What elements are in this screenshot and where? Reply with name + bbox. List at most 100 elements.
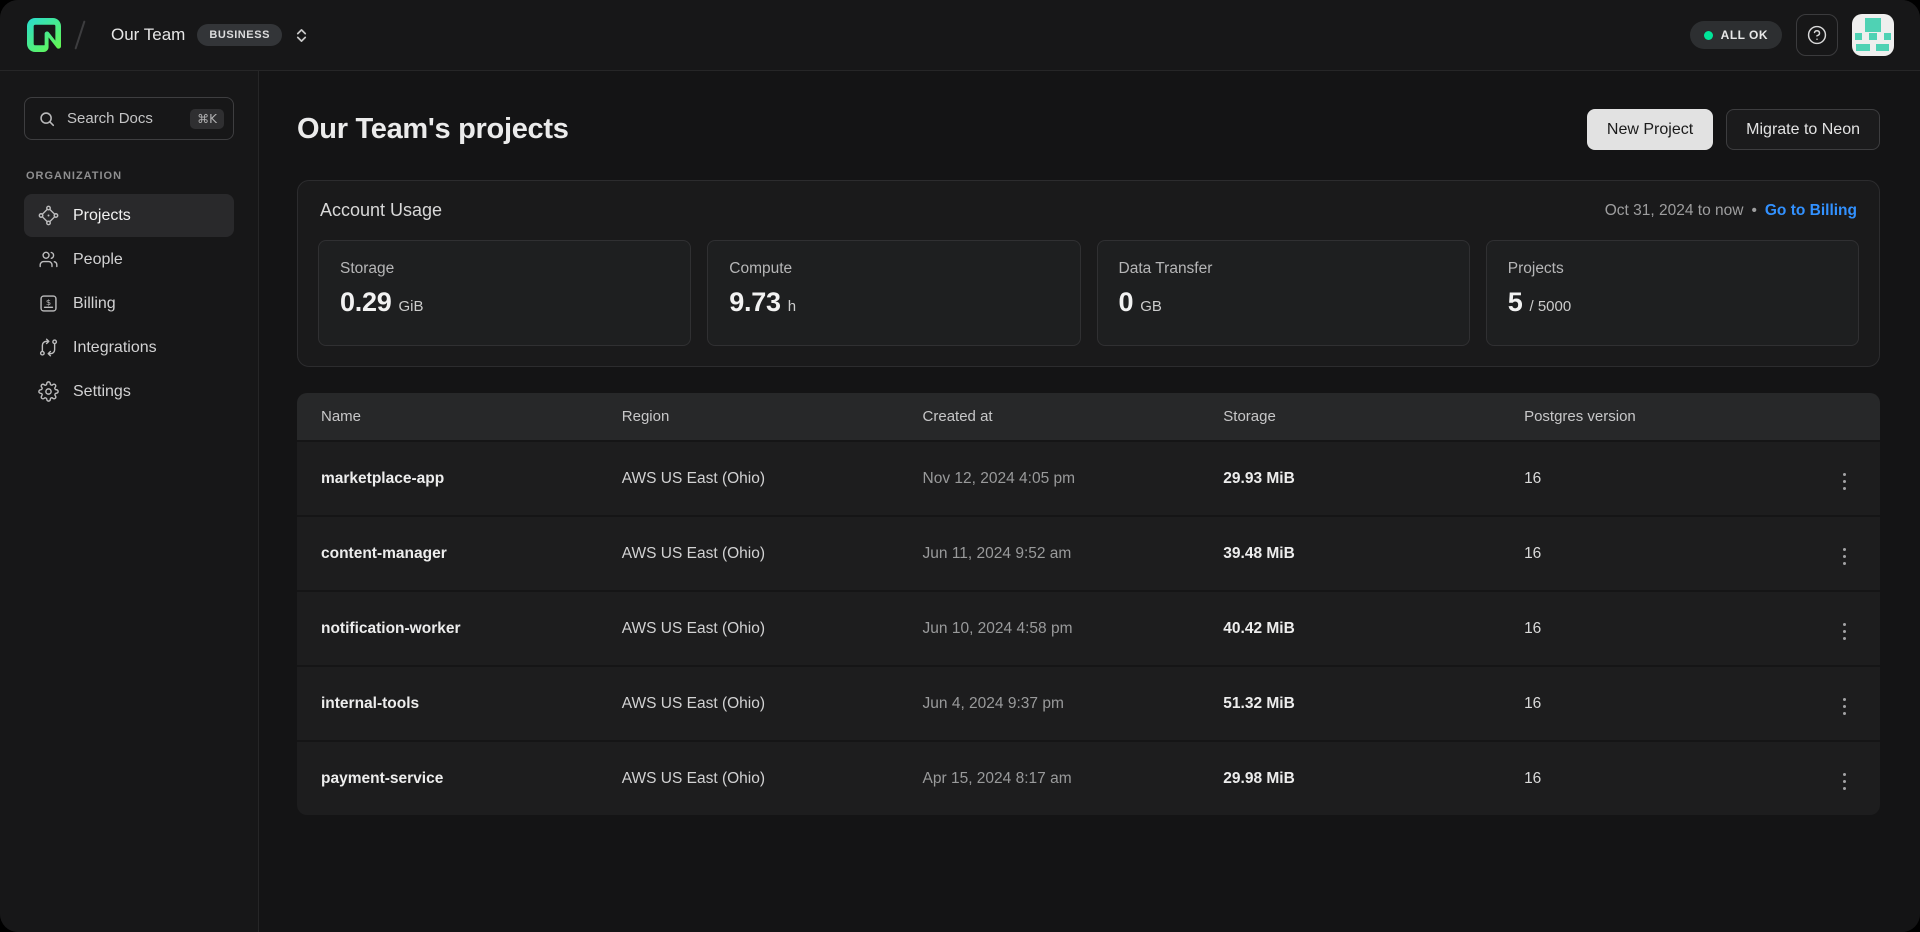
- avatar[interactable]: [1852, 14, 1894, 56]
- billing-icon: $: [37, 293, 59, 315]
- project-postgres-version: 16: [1500, 666, 1801, 741]
- sidebar-item-settings[interactable]: Settings: [24, 370, 234, 413]
- project-name: content-manager: [297, 516, 598, 591]
- project-postgres-version: 16: [1500, 441, 1801, 516]
- breadcrumb-slash: [74, 20, 85, 49]
- table-row[interactable]: notification-worker AWS US East (Ohio) J…: [297, 591, 1880, 666]
- col-header-postgres-version: Postgres version: [1500, 393, 1801, 441]
- sidebar: Search Docs ⌘K ORGANIZATION Projects: [0, 71, 259, 932]
- usage-period: Oct 31, 2024 to now • Go to Billing: [1605, 202, 1857, 220]
- stat-label: Storage: [340, 260, 669, 278]
- project-created-at: Apr 15, 2024 8:17 am: [899, 741, 1200, 815]
- page-title: Our Team's projects: [297, 113, 569, 146]
- project-storage: 51.32 MiB: [1199, 666, 1500, 741]
- project-name: notification-worker: [297, 591, 598, 666]
- team-selector[interactable]: Our Team BUSINESS: [111, 24, 309, 46]
- stat-card-data-transfer: Data Transfer 0 GB: [1097, 240, 1470, 346]
- table-row[interactable]: content-manager AWS US East (Ohio) Jun 1…: [297, 516, 1880, 591]
- sidebar-item-projects[interactable]: Projects: [24, 194, 234, 237]
- neon-logo[interactable]: [25, 16, 63, 54]
- sidebar-item-integrations[interactable]: Integrations: [24, 326, 234, 369]
- table-header-row: Name Region Created at Storage Postgres …: [297, 393, 1880, 441]
- project-storage: 29.93 MiB: [1199, 441, 1500, 516]
- stat-card-projects: Projects 5 / 5000: [1486, 240, 1859, 346]
- sidebar-item-label: People: [73, 251, 123, 269]
- projects-table: Name Region Created at Storage Postgres …: [297, 393, 1880, 815]
- svg-text:$: $: [45, 297, 50, 307]
- projects-icon: [37, 205, 59, 227]
- people-icon: [37, 249, 59, 271]
- stat-label: Compute: [729, 260, 1058, 278]
- project-name: internal-tools: [297, 666, 598, 741]
- integrations-icon: [37, 337, 59, 359]
- search-icon: [38, 110, 56, 128]
- migrate-to-neon-button[interactable]: Migrate to Neon: [1726, 109, 1880, 150]
- project-created-at: Nov 12, 2024 4:05 pm: [899, 441, 1200, 516]
- row-menu-kebab-icon[interactable]: [1839, 769, 1851, 795]
- team-name: Our Team: [111, 25, 185, 45]
- organization-section-label: ORGANIZATION: [26, 170, 232, 182]
- stat-label: Projects: [1508, 260, 1837, 278]
- stat-value: 0.29: [340, 287, 391, 318]
- usage-period-separator: •: [1751, 202, 1756, 220]
- new-project-button[interactable]: New Project: [1587, 109, 1713, 150]
- stat-unit: GiB: [398, 298, 423, 315]
- main-content: Our Team's projects New Project Migrate …: [259, 71, 1920, 932]
- table-row[interactable]: payment-service AWS US East (Ohio) Apr 1…: [297, 741, 1880, 815]
- project-postgres-version: 16: [1500, 516, 1801, 591]
- project-storage: 29.98 MiB: [1199, 741, 1500, 815]
- sidebar-item-label: Billing: [73, 295, 116, 313]
- stat-value: 9.73: [729, 287, 780, 318]
- project-postgres-version: 16: [1500, 741, 1801, 815]
- plan-badge: BUSINESS: [197, 24, 282, 46]
- stat-card-compute: Compute 9.73 h: [707, 240, 1080, 346]
- project-created-at: Jun 10, 2024 4:58 pm: [899, 591, 1200, 666]
- project-storage: 40.42 MiB: [1199, 591, 1500, 666]
- help-icon: [1806, 24, 1828, 46]
- project-region: AWS US East (Ohio): [598, 441, 899, 516]
- stat-label: Data Transfer: [1119, 260, 1448, 278]
- project-region: AWS US East (Ohio): [598, 516, 899, 591]
- col-header-name: Name: [297, 393, 598, 441]
- project-region: AWS US East (Ohio): [598, 741, 899, 815]
- stat-unit: h: [788, 298, 796, 315]
- table-row[interactable]: internal-tools AWS US East (Ohio) Jun 4,…: [297, 666, 1880, 741]
- top-header: Our Team BUSINESS ALL OK: [0, 0, 1920, 71]
- usage-period-text: Oct 31, 2024 to now: [1605, 202, 1744, 220]
- stat-card-storage: Storage 0.29 GiB: [318, 240, 691, 346]
- stat-unit: GB: [1140, 298, 1162, 315]
- col-header-storage: Storage: [1199, 393, 1500, 441]
- sidebar-item-label: Projects: [73, 207, 131, 225]
- col-header-region: Region: [598, 393, 899, 441]
- sidebar-item-label: Settings: [73, 383, 131, 401]
- sidebar-item-label: Integrations: [73, 339, 157, 357]
- project-region: AWS US East (Ohio): [598, 591, 899, 666]
- col-header-created-at: Created at: [899, 393, 1200, 441]
- chevron-selector-icon: [294, 27, 309, 44]
- sidebar-item-people[interactable]: People: [24, 238, 234, 281]
- row-menu-kebab-icon[interactable]: [1839, 619, 1851, 645]
- status-ok-dot: [1704, 31, 1713, 40]
- avatar-pattern: [1865, 18, 1882, 31]
- go-to-billing-link[interactable]: Go to Billing: [1765, 202, 1857, 220]
- row-menu-kebab-icon[interactable]: [1839, 544, 1851, 570]
- row-menu-kebab-icon[interactable]: [1839, 469, 1851, 495]
- stat-value: 5: [1508, 287, 1523, 318]
- stat-value: 0: [1119, 287, 1134, 318]
- col-header-actions: [1801, 393, 1880, 441]
- search-shortcut-kbd: ⌘K: [190, 109, 224, 129]
- table-row[interactable]: marketplace-app AWS US East (Ohio) Nov 1…: [297, 441, 1880, 516]
- account-usage-title: Account Usage: [320, 200, 442, 221]
- project-name: payment-service: [297, 741, 598, 815]
- status-badge[interactable]: ALL OK: [1690, 21, 1782, 49]
- sidebar-item-billing[interactable]: $ Billing: [24, 282, 234, 325]
- help-button[interactable]: [1796, 14, 1838, 56]
- app-window: Our Team BUSINESS ALL OK: [0, 0, 1920, 932]
- search-docs-input[interactable]: Search Docs ⌘K: [24, 97, 234, 140]
- project-storage: 39.48 MiB: [1199, 516, 1500, 591]
- settings-icon: [37, 381, 59, 403]
- project-name: marketplace-app: [297, 441, 598, 516]
- project-region: AWS US East (Ohio): [598, 666, 899, 741]
- row-menu-kebab-icon[interactable]: [1839, 694, 1851, 720]
- stat-unit: / 5000: [1530, 298, 1572, 315]
